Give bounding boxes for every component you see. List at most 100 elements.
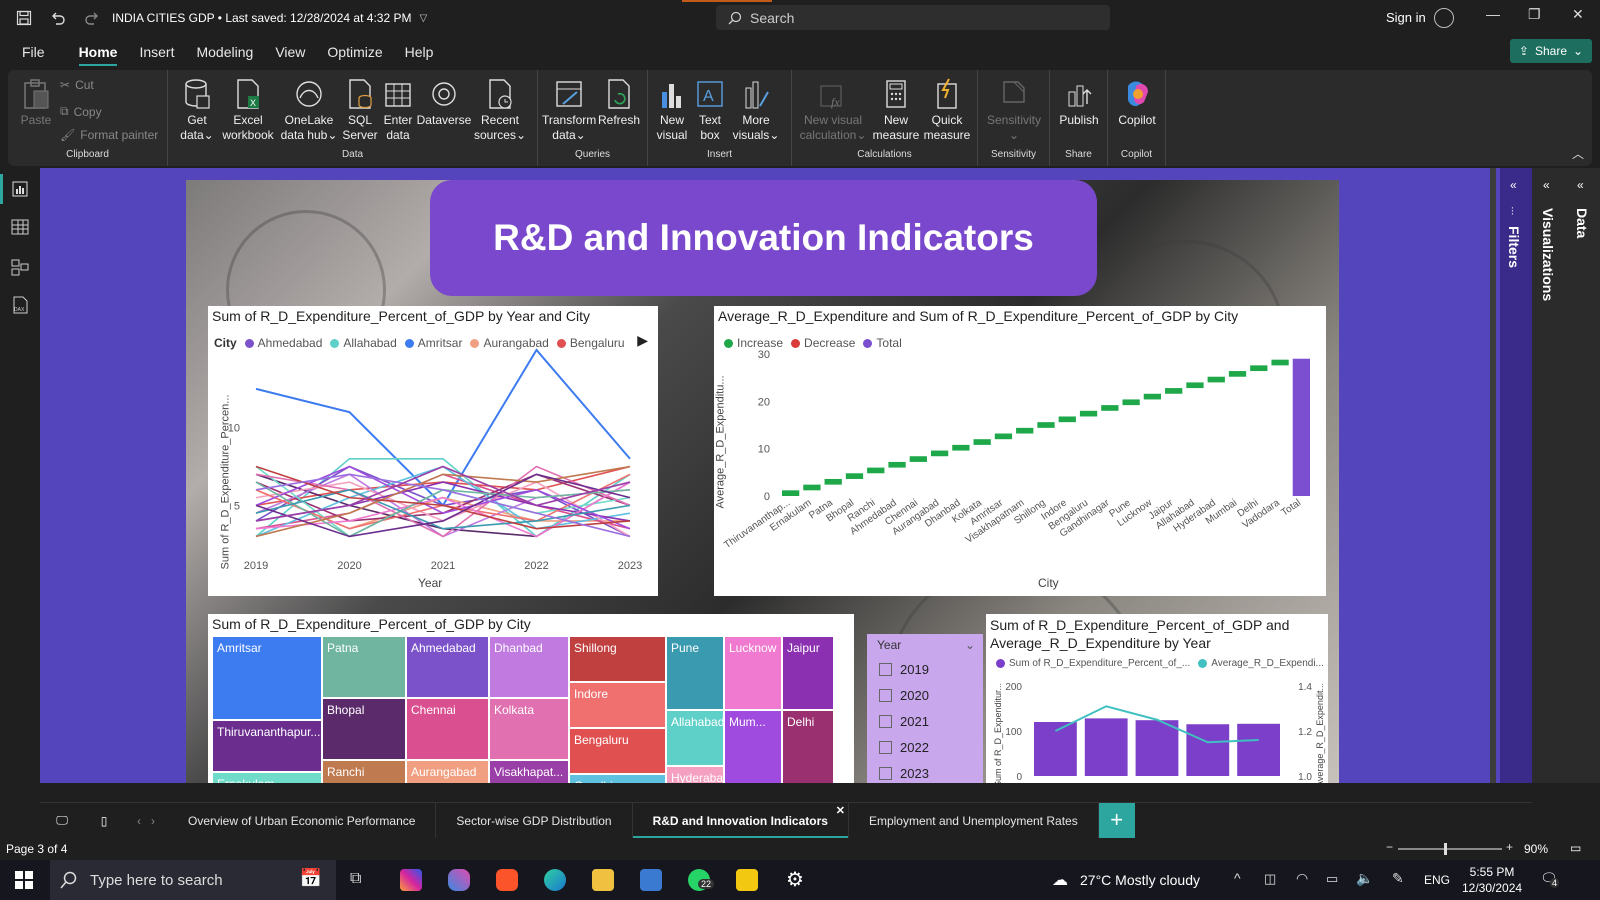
checkbox[interactable] xyxy=(879,715,892,728)
task-view-icon[interactable]: ⧉ xyxy=(350,870,361,888)
filters-pane[interactable]: « ⫶ Filters xyxy=(1500,168,1532,783)
maximize-icon[interactable]: ❐ xyxy=(1528,6,1541,23)
zoom-slider-thumb[interactable] xyxy=(1444,843,1447,855)
data-pane[interactable]: « Data xyxy=(1566,168,1600,783)
clock[interactable]: 5:55 PM 12/30/2024 xyxy=(1462,864,1522,896)
publish-button[interactable]: Publish xyxy=(1054,78,1104,128)
collapse-filters-icon[interactable]: « xyxy=(1510,178,1517,192)
checkbox[interactable] xyxy=(879,689,892,702)
menu-help[interactable]: Help xyxy=(405,36,434,68)
brave-browser-icon[interactable] xyxy=(496,869,518,891)
share-button[interactable]: ⇪ Share ⌄ xyxy=(1510,39,1592,63)
excel-workbook-button[interactable]: X Excel workbook xyxy=(220,78,276,143)
redo-icon[interactable] xyxy=(82,8,102,28)
visualizations-pane[interactable]: « Visualizations xyxy=(1532,168,1566,783)
menu-home[interactable]: Home xyxy=(78,36,117,68)
expand-data-icon[interactable]: « xyxy=(1577,178,1584,192)
dataverse-button[interactable]: Dataverse xyxy=(416,78,472,128)
onelake-button[interactable]: OneLake data hub⌄ xyxy=(278,78,340,143)
notifications-icon[interactable]: 🗨 4 xyxy=(1540,870,1560,888)
enter-data-button[interactable]: Enter data xyxy=(380,78,416,143)
treemap-cell[interactable]: Patna xyxy=(322,636,406,698)
menu-file[interactable]: File xyxy=(22,36,45,68)
undo-icon[interactable] xyxy=(48,8,68,28)
new-visual-calculation-button[interactable]: fx New visual calculation⌄ xyxy=(798,78,868,143)
zoom-out-button[interactable]: − xyxy=(1386,840,1393,854)
treemap-cell[interactable]: Visakhapat... xyxy=(489,760,569,783)
treemap-cell[interactable]: Allahabad xyxy=(666,710,724,766)
menu-modeling[interactable]: Modeling xyxy=(196,36,253,68)
whatsapp-icon[interactable]: 22 xyxy=(688,869,715,891)
treemap-cell[interactable]: Amritsar xyxy=(212,636,322,720)
microsoft-store-icon[interactable] xyxy=(640,869,662,891)
slicer-item-2023[interactable]: 2023 xyxy=(879,766,929,781)
waterfall-chart-visual[interactable]: Average_R_D_Expenditure and Sum of R_D_E… xyxy=(714,306,1326,596)
fit-to-page-icon[interactable]: ▭ xyxy=(1570,841,1581,855)
menu-insert[interactable]: Insert xyxy=(139,36,174,68)
chevron-up-icon[interactable]: ^ xyxy=(1234,870,1241,886)
checkbox[interactable] xyxy=(879,663,892,676)
line-chart-visual[interactable]: Sum of R_D_Expenditure_Percent_of_GDP by… xyxy=(208,306,658,596)
slicer-item-2019[interactable]: 2019 xyxy=(879,662,929,677)
zoom-in-button[interactable]: + xyxy=(1506,840,1513,854)
powerbi-app-icon[interactable] xyxy=(736,869,758,891)
instagram-icon[interactable] xyxy=(400,869,422,891)
desktop-layout-icon[interactable]: 🖵 xyxy=(40,813,84,828)
treemap-cell[interactable]: Kolkata xyxy=(489,698,569,760)
quick-measure-button[interactable]: Quick measure xyxy=(922,78,972,143)
close-icon[interactable]: ✕ xyxy=(1572,6,1584,23)
search-input[interactable]: Search xyxy=(716,5,1110,30)
windows-start-icon[interactable] xyxy=(14,870,34,893)
table-view-icon[interactable] xyxy=(11,218,29,236)
treemap-cell[interactable]: Indore xyxy=(569,682,666,728)
mobile-layout-icon[interactable]: ▯ xyxy=(84,814,124,828)
canvas-scrollbar[interactable] xyxy=(1490,168,1496,783)
report-title-banner[interactable]: R&D and Innovation Indicators xyxy=(430,180,1097,296)
more-visuals-button[interactable]: More visuals⌄ xyxy=(730,78,782,143)
taskbar-search-input[interactable]: Type here to search 📅 xyxy=(50,860,336,900)
treemap-cell[interactable]: Gandhinagar xyxy=(569,774,666,783)
treemap-cell[interactable]: Dhanbad xyxy=(489,636,569,698)
treemap-cell[interactable]: Bhopal xyxy=(322,698,406,760)
copilot-button[interactable]: Copilot xyxy=(1112,78,1162,128)
year-slicer[interactable]: Year ⌄ 2019 2020 2021 2022 2023 xyxy=(867,634,983,783)
refresh-button[interactable]: Refresh xyxy=(596,78,642,128)
language-indicator[interactable]: ENG xyxy=(1424,873,1450,887)
treemap-cell[interactable]: Hyderabad xyxy=(666,766,724,783)
file-explorer-icon[interactable] xyxy=(592,869,614,891)
sql-server-button[interactable]: SQL Server xyxy=(340,78,380,143)
copy-button[interactable]: ⧉ Copy xyxy=(60,104,102,119)
expand-visualizations-icon[interactable]: « xyxy=(1543,178,1550,192)
chevron-down-icon[interactable]: ▽ xyxy=(419,13,427,24)
slicer-item-2022[interactable]: 2022 xyxy=(879,740,929,755)
tab-overview[interactable]: Overview of Urban Economic Performance xyxy=(168,802,437,839)
paste-button[interactable]: Paste xyxy=(16,78,56,128)
tab-sector-gdp[interactable]: Sector-wise GDP Distribution xyxy=(436,802,633,839)
treemap-cell[interactable]: Aurangabad xyxy=(406,760,489,783)
tab-rd-innovation[interactable]: R&D and Innovation Indicators ✕ xyxy=(632,802,849,839)
treemap-cell[interactable]: Lucknow xyxy=(724,636,782,710)
slicer-item-2021[interactable]: 2021 xyxy=(879,714,929,729)
volume-icon[interactable]: 🔈 xyxy=(1356,870,1373,887)
combo-chart-visual[interactable]: Sum of R_D_Expenditure_Percent_of_GDP an… xyxy=(986,614,1328,783)
transform-data-button[interactable]: Transform data⌄ xyxy=(542,78,596,143)
menu-view[interactable]: View xyxy=(275,36,305,68)
weather-text[interactable]: 27°C Mostly cloudy xyxy=(1080,872,1200,888)
recent-sources-button[interactable]: Recent sources⌄ xyxy=(472,78,528,143)
close-tab-icon[interactable]: ✕ xyxy=(836,793,845,829)
pen-icon[interactable]: ✎ xyxy=(1392,870,1404,887)
slicer-item-2020[interactable]: 2020 xyxy=(879,688,929,703)
new-measure-button[interactable]: New measure xyxy=(872,78,920,143)
text-box-button[interactable]: A Text box xyxy=(692,78,728,143)
treemap-cell[interactable]: Chennai xyxy=(406,698,489,760)
window-title[interactable]: INDIA CITIES GDP • Last saved: 12/28/202… xyxy=(112,11,411,25)
chevron-down-icon[interactable]: ⌄ xyxy=(965,638,975,652)
sign-in-link[interactable]: Sign in xyxy=(1386,10,1426,25)
treemap-cell[interactable]: Ranchi xyxy=(322,760,406,783)
meet-now-icon[interactable]: ◫ xyxy=(1264,871,1276,887)
treemap-cell[interactable]: Delhi xyxy=(782,710,834,783)
add-page-button[interactable]: + xyxy=(1098,802,1135,839)
copilot-app-icon[interactable] xyxy=(448,869,470,891)
treemap-cell[interactable]: Thiruvananthapur... xyxy=(212,720,322,772)
minimize-icon[interactable]: — xyxy=(1486,6,1500,22)
